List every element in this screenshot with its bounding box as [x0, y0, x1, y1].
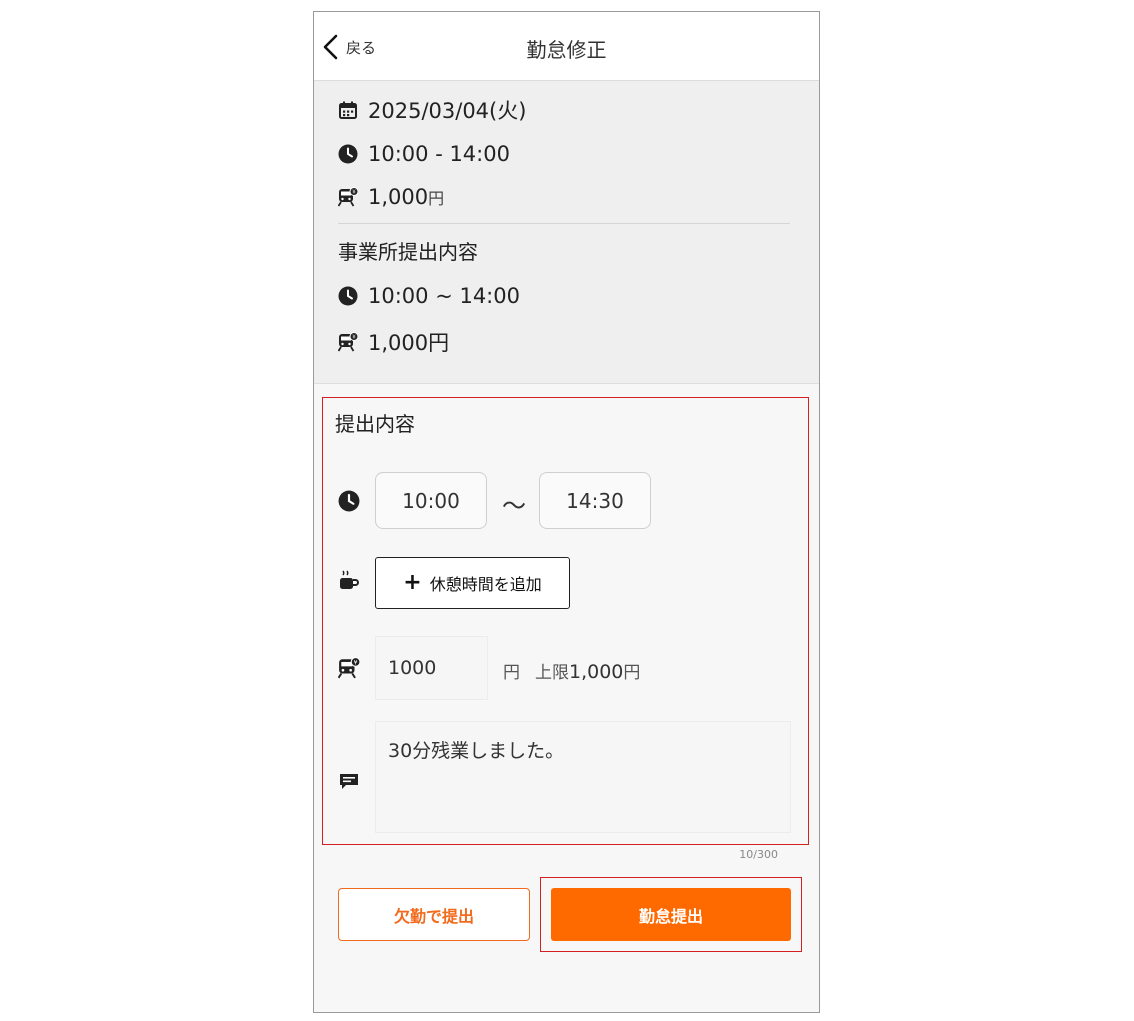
add-break-label: 休憩時間を追加	[429, 575, 542, 594]
office-time-row: 10:00 ~ 14:00	[338, 284, 520, 308]
fare-limit: 上限1,000円	[535, 661, 641, 683]
date-text: 2025/03/04(火)	[368, 99, 527, 123]
time-row: 10:00 - 14:00	[338, 142, 510, 166]
fare-text: 1,000円	[368, 185, 445, 209]
time-separator: 〜	[502, 492, 526, 520]
char-counter: 10/300	[739, 848, 778, 861]
train-icon: ¥	[338, 187, 358, 207]
svg-text:¥: ¥	[354, 659, 358, 666]
submit-as-absence-button[interactable]: 欠勤で提出	[338, 888, 530, 941]
svg-text:¥: ¥	[352, 335, 356, 341]
clock-icon	[338, 286, 358, 306]
fare-unit: 円	[503, 663, 520, 683]
form-title: 提出内容	[335, 412, 415, 436]
plus-icon: +	[403, 570, 422, 595]
divider	[338, 223, 790, 224]
train-icon: ¥	[338, 332, 358, 352]
office-section-title: 事業所提出内容	[338, 240, 478, 264]
comment-icon	[340, 774, 358, 789]
time-text: 10:00 - 14:00	[368, 142, 510, 166]
date-row: 2025/03/04(火)	[338, 95, 526, 125]
train-icon: ¥	[338, 657, 360, 679]
page-title: 勤怠修正	[526, 38, 607, 62]
add-break-button[interactable]: + 休憩時間を追加	[375, 557, 570, 609]
calendar-icon	[339, 101, 357, 119]
current-summary: 2025/03/04(火) 10:00 - 14:00 ¥ 1,000円 事業所…	[314, 81, 819, 384]
start-time-input[interactable]: 10:00	[375, 472, 487, 529]
office-fare-text: 1,000円	[368, 331, 450, 355]
svg-text:¥: ¥	[352, 190, 356, 196]
memo-textarea[interactable]: 30分残業しました。	[375, 721, 791, 833]
app-screen: 戻る 勤怠修正 2025/03/04(火) 10:00 - 14:00 ¥ 1,…	[313, 11, 820, 1013]
office-time-text: 10:00 ~ 14:00	[368, 284, 520, 308]
submit-attendance-button[interactable]: 勤怠提出	[551, 888, 791, 941]
top-bar: 戻る 勤怠修正	[314, 12, 819, 81]
coffee-icon	[340, 570, 359, 589]
fare-input[interactable]: 1000	[375, 636, 488, 700]
fare-row: ¥ 1,000円	[338, 185, 444, 209]
clock-icon	[338, 490, 360, 512]
office-fare-row: ¥ 1,000円	[338, 327, 449, 357]
clock-icon	[338, 144, 358, 164]
end-time-input[interactable]: 14:30	[539, 472, 651, 529]
